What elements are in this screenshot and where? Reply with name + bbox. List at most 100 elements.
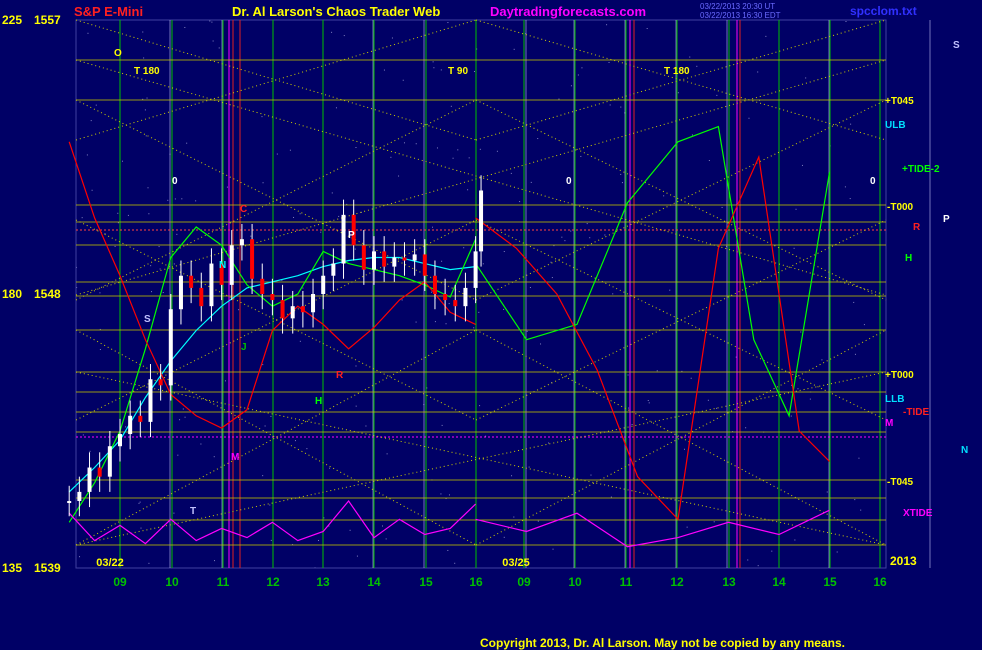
star	[537, 138, 539, 140]
star	[262, 182, 264, 184]
star	[561, 236, 563, 238]
star	[184, 416, 186, 418]
price-bar-body	[382, 251, 387, 267]
level-label: +TIDE-2	[902, 164, 940, 175]
site-link[interactable]: Daytradingforecasts.com	[490, 4, 646, 19]
star	[809, 398, 811, 400]
level-label: ULB	[885, 120, 906, 131]
star	[390, 156, 392, 158]
star	[450, 105, 452, 107]
star	[610, 496, 612, 498]
star	[707, 399, 709, 401]
copyright: Copyright 2013, Dr. Al Larson. May not b…	[480, 636, 845, 650]
star	[447, 549, 449, 551]
price-bar-body	[311, 294, 316, 313]
star	[145, 135, 147, 137]
x-tick-label: 10	[165, 575, 179, 589]
price-bar-body	[158, 379, 163, 386]
star	[526, 330, 528, 332]
timestamp-utc: 03/22/2013 20:30 UT	[700, 2, 776, 11]
x-tick-label: 09	[113, 575, 127, 589]
price-bar-body	[138, 415, 143, 422]
star	[117, 212, 119, 214]
price-bar-body	[168, 309, 173, 386]
star	[620, 106, 622, 108]
x-tick-label: 10	[568, 575, 582, 589]
star	[415, 143, 417, 145]
date-label: 03/22	[96, 557, 124, 569]
star	[142, 31, 144, 33]
y-tick-angle: 225	[2, 13, 22, 27]
star	[331, 31, 333, 33]
star	[479, 405, 481, 407]
star	[143, 57, 145, 59]
level-label: -T045	[887, 477, 914, 488]
star	[95, 104, 97, 106]
star	[184, 26, 186, 28]
star	[854, 353, 856, 355]
t-marker: T 180	[664, 66, 690, 77]
planet-letter: C	[240, 204, 247, 215]
x-tick-label: 15	[823, 575, 837, 589]
star	[355, 365, 357, 367]
star	[270, 539, 272, 541]
x-tick-label: 13	[722, 575, 736, 589]
price-bar-body	[321, 275, 326, 294]
price-chart: 225 1557 180 1548 135 1539 09 10 11 12 13 14 15 16 09 1…	[0, 0, 982, 650]
star	[581, 67, 583, 69]
level-label: R	[913, 222, 921, 233]
star	[181, 198, 183, 200]
star	[99, 349, 101, 351]
price-bar-body	[473, 251, 478, 288]
price-bar-body	[453, 300, 458, 307]
price-bar-body	[118, 434, 122, 447]
x-tick-label: 16	[873, 575, 887, 589]
star	[463, 247, 465, 249]
star	[127, 214, 129, 216]
y-tick-angle: 135	[2, 561, 22, 575]
price-bar-body	[300, 306, 305, 313]
timestamp-local: 03/22/2013 16:30 EDT	[700, 11, 781, 20]
star	[195, 200, 197, 202]
star	[850, 123, 852, 125]
star	[686, 526, 688, 528]
star	[537, 520, 539, 522]
price-bar-body	[97, 467, 102, 477]
star	[627, 374, 629, 376]
y-tick-angle: 180	[2, 287, 22, 301]
star	[331, 192, 333, 194]
price-bar-body	[148, 379, 153, 422]
star	[90, 120, 92, 122]
star	[503, 536, 505, 538]
star	[801, 164, 803, 166]
price-bar-body	[331, 263, 336, 276]
star	[646, 28, 648, 30]
star	[473, 327, 475, 329]
star	[656, 370, 658, 372]
x-tick-label: 12	[670, 575, 684, 589]
x-tick-label: 09	[517, 575, 531, 589]
star	[482, 263, 484, 265]
level-label: -TIDE	[903, 407, 929, 418]
star	[528, 466, 530, 468]
star	[447, 22, 449, 24]
star	[87, 32, 89, 34]
x-tick-label: 13	[316, 575, 330, 589]
star	[454, 562, 456, 564]
star	[289, 149, 291, 151]
star	[434, 321, 436, 323]
planet-letter: M	[231, 452, 239, 463]
star	[147, 187, 149, 189]
level-label: +T045	[885, 96, 914, 107]
star	[200, 443, 202, 445]
star	[457, 149, 459, 151]
star	[146, 97, 148, 99]
star	[86, 154, 88, 156]
planet-letter: H	[315, 396, 322, 407]
chart-stage: 225 1557 180 1548 135 1539 09 10 11 12 13 14 15 16 09 1…	[0, 0, 982, 650]
star	[177, 454, 179, 456]
star	[609, 104, 611, 106]
price-bar-body	[392, 257, 397, 267]
star	[628, 407, 630, 409]
price-bar-body	[128, 415, 133, 435]
